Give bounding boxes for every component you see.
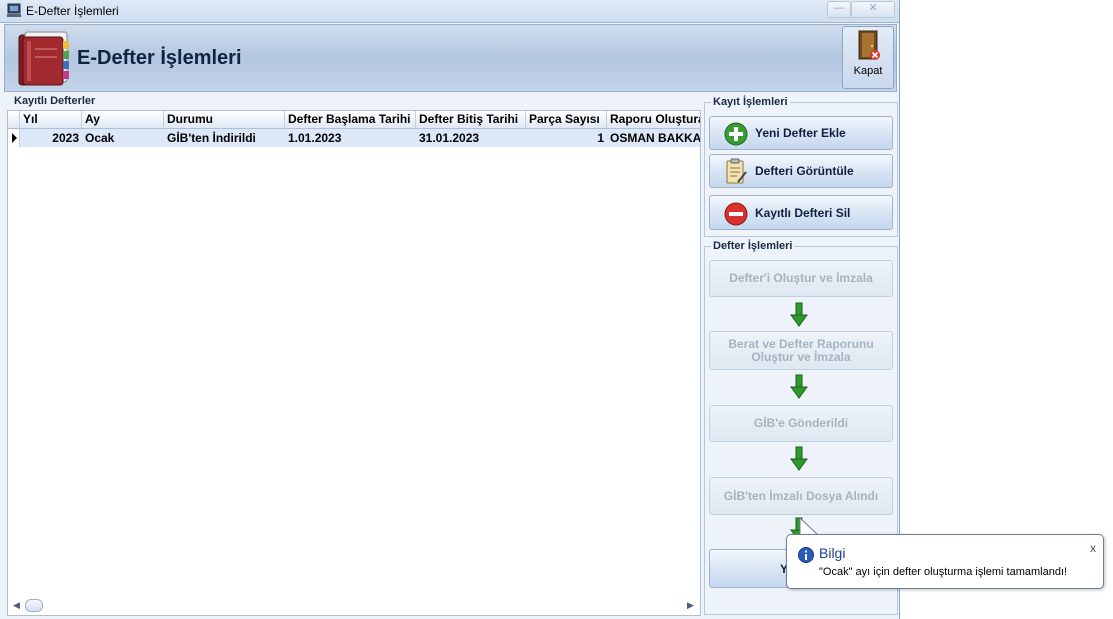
table-row[interactable]: 2023 Ocak GİB'ten İndirildi 1.01.2023 31… bbox=[8, 129, 701, 147]
view-ledger-button[interactable]: Defteri Görüntüle bbox=[709, 154, 893, 188]
view-ledger-label: Defteri Görüntüle bbox=[755, 164, 854, 178]
ledger-ops-label: Defter İşlemleri bbox=[711, 240, 795, 252]
info-icon bbox=[798, 547, 814, 563]
sent-to-gib-button[interactable]: GİB'e Gönderildi bbox=[709, 405, 893, 442]
record-ops-label: Kayıt İşlemleri bbox=[711, 96, 790, 108]
scroll-right-icon[interactable]: ▶ bbox=[687, 600, 694, 611]
new-ledger-label: Yeni Defter Ekle bbox=[755, 126, 846, 140]
arrow-down-icon bbox=[790, 302, 808, 327]
close-icon: ✕ bbox=[868, 2, 878, 14]
delete-ledger-label: Kayıtlı Defteri Sil bbox=[755, 205, 851, 220]
info-tooltip: Bilgi "Ocak" ayı için defter oluşturma i… bbox=[786, 534, 1104, 589]
create-and-sign-label: Defter'i Oluştur ve İmzala bbox=[729, 271, 873, 285]
new-ledger-button[interactable]: Yeni Defter Ekle bbox=[709, 116, 893, 150]
row-indicator bbox=[8, 129, 20, 147]
column-header-report-creator[interactable]: Raporu Oluştura bbox=[607, 111, 700, 128]
arrow-down-icon bbox=[790, 446, 808, 471]
clipboard-icon bbox=[726, 158, 747, 184]
signed-file-received-button[interactable]: GİB'ten İmzalı Dosya Alındı bbox=[709, 477, 893, 515]
grid-header: Yıl Ay Durumu Defter Başlama Tarihi Deft… bbox=[8, 111, 700, 129]
cell-part-count: 1 bbox=[597, 131, 604, 145]
minimize-icon: — bbox=[833, 2, 845, 14]
e-defter-window: E-Defter İşlemleri — ✕ E-Defter İşlemler… bbox=[0, 0, 900, 619]
scroll-left-icon[interactable]: ◀ bbox=[13, 600, 20, 611]
delete-ledger-button[interactable]: Kayıtlı Defteri Sil bbox=[709, 195, 893, 230]
arrow-down-icon bbox=[790, 374, 808, 399]
tooltip-title: Bilgi bbox=[819, 545, 846, 561]
scroll-thumb[interactable] bbox=[25, 599, 43, 612]
column-header-start-date[interactable]: Defter Başlama Tarihi bbox=[285, 111, 416, 128]
column-header-status[interactable]: Durumu bbox=[164, 111, 285, 128]
title-bar: E-Defter İşlemleri — ✕ bbox=[0, 0, 899, 23]
minimize-button[interactable]: — bbox=[827, 1, 851, 18]
berat-report-button[interactable]: Berat ve Defter Raporunu Oluştur ve İmza… bbox=[709, 331, 893, 370]
cell-status: GİB'ten İndirildi bbox=[167, 131, 256, 145]
signed-file-received-label: GİB'ten İmzalı Dosya Alındı bbox=[723, 488, 879, 503]
berat-report-label: Berat ve Defter Raporunu Oluştur ve İmza… bbox=[728, 336, 874, 364]
column-header-year[interactable]: Yıl bbox=[20, 111, 82, 128]
close-window-button[interactable]: ✕ bbox=[851, 1, 895, 18]
add-icon bbox=[724, 122, 748, 146]
row-pointer-icon bbox=[12, 133, 17, 143]
delete-icon bbox=[724, 202, 748, 226]
cell-year: 2023 bbox=[52, 131, 79, 145]
ledger-grid[interactable]: Yıl Ay Durumu Defter Başlama Tarihi Deft… bbox=[7, 110, 701, 616]
column-header-month[interactable]: Ay bbox=[82, 111, 164, 128]
cell-start-date: 1.01.2023 bbox=[288, 131, 342, 145]
ledger-book-icon bbox=[18, 31, 69, 86]
cell-report-creator: OSMAN BAKKAL bbox=[610, 131, 701, 145]
kapat-label: Kapat bbox=[853, 65, 883, 77]
horizontal-scrollbar[interactable]: ◀ ▶ bbox=[8, 597, 698, 614]
ledger-group-label: Kayıtlı Defterler bbox=[12, 95, 98, 107]
cell-end-date: 31.01.2023 bbox=[419, 131, 480, 145]
tooltip-message: "Ocak" ayı için defter oluşturma işlemi … bbox=[819, 566, 1068, 578]
header-banner: E-Defter İşlemleri bbox=[4, 24, 897, 92]
exit-door-icon bbox=[858, 30, 880, 60]
column-header-end-date[interactable]: Defter Bitiş Tarihi bbox=[416, 111, 526, 128]
tooltip-close-icon[interactable]: x bbox=[1090, 541, 1096, 555]
kapat-button[interactable]: Kapat bbox=[842, 26, 894, 89]
column-header-part-count[interactable]: Parça Sayısı bbox=[526, 111, 607, 128]
window-title: E-Defter İşlemleri bbox=[26, 4, 119, 18]
page-title: E-Defter İşlemleri bbox=[77, 47, 242, 69]
app-icon bbox=[7, 3, 21, 17]
row-indicator-header bbox=[8, 111, 20, 128]
sent-to-gib-label: GİB'e Gönderildi bbox=[753, 416, 849, 430]
cell-month: Ocak bbox=[85, 131, 115, 145]
create-and-sign-button[interactable]: Defter'i Oluştur ve İmzala bbox=[709, 260, 893, 297]
